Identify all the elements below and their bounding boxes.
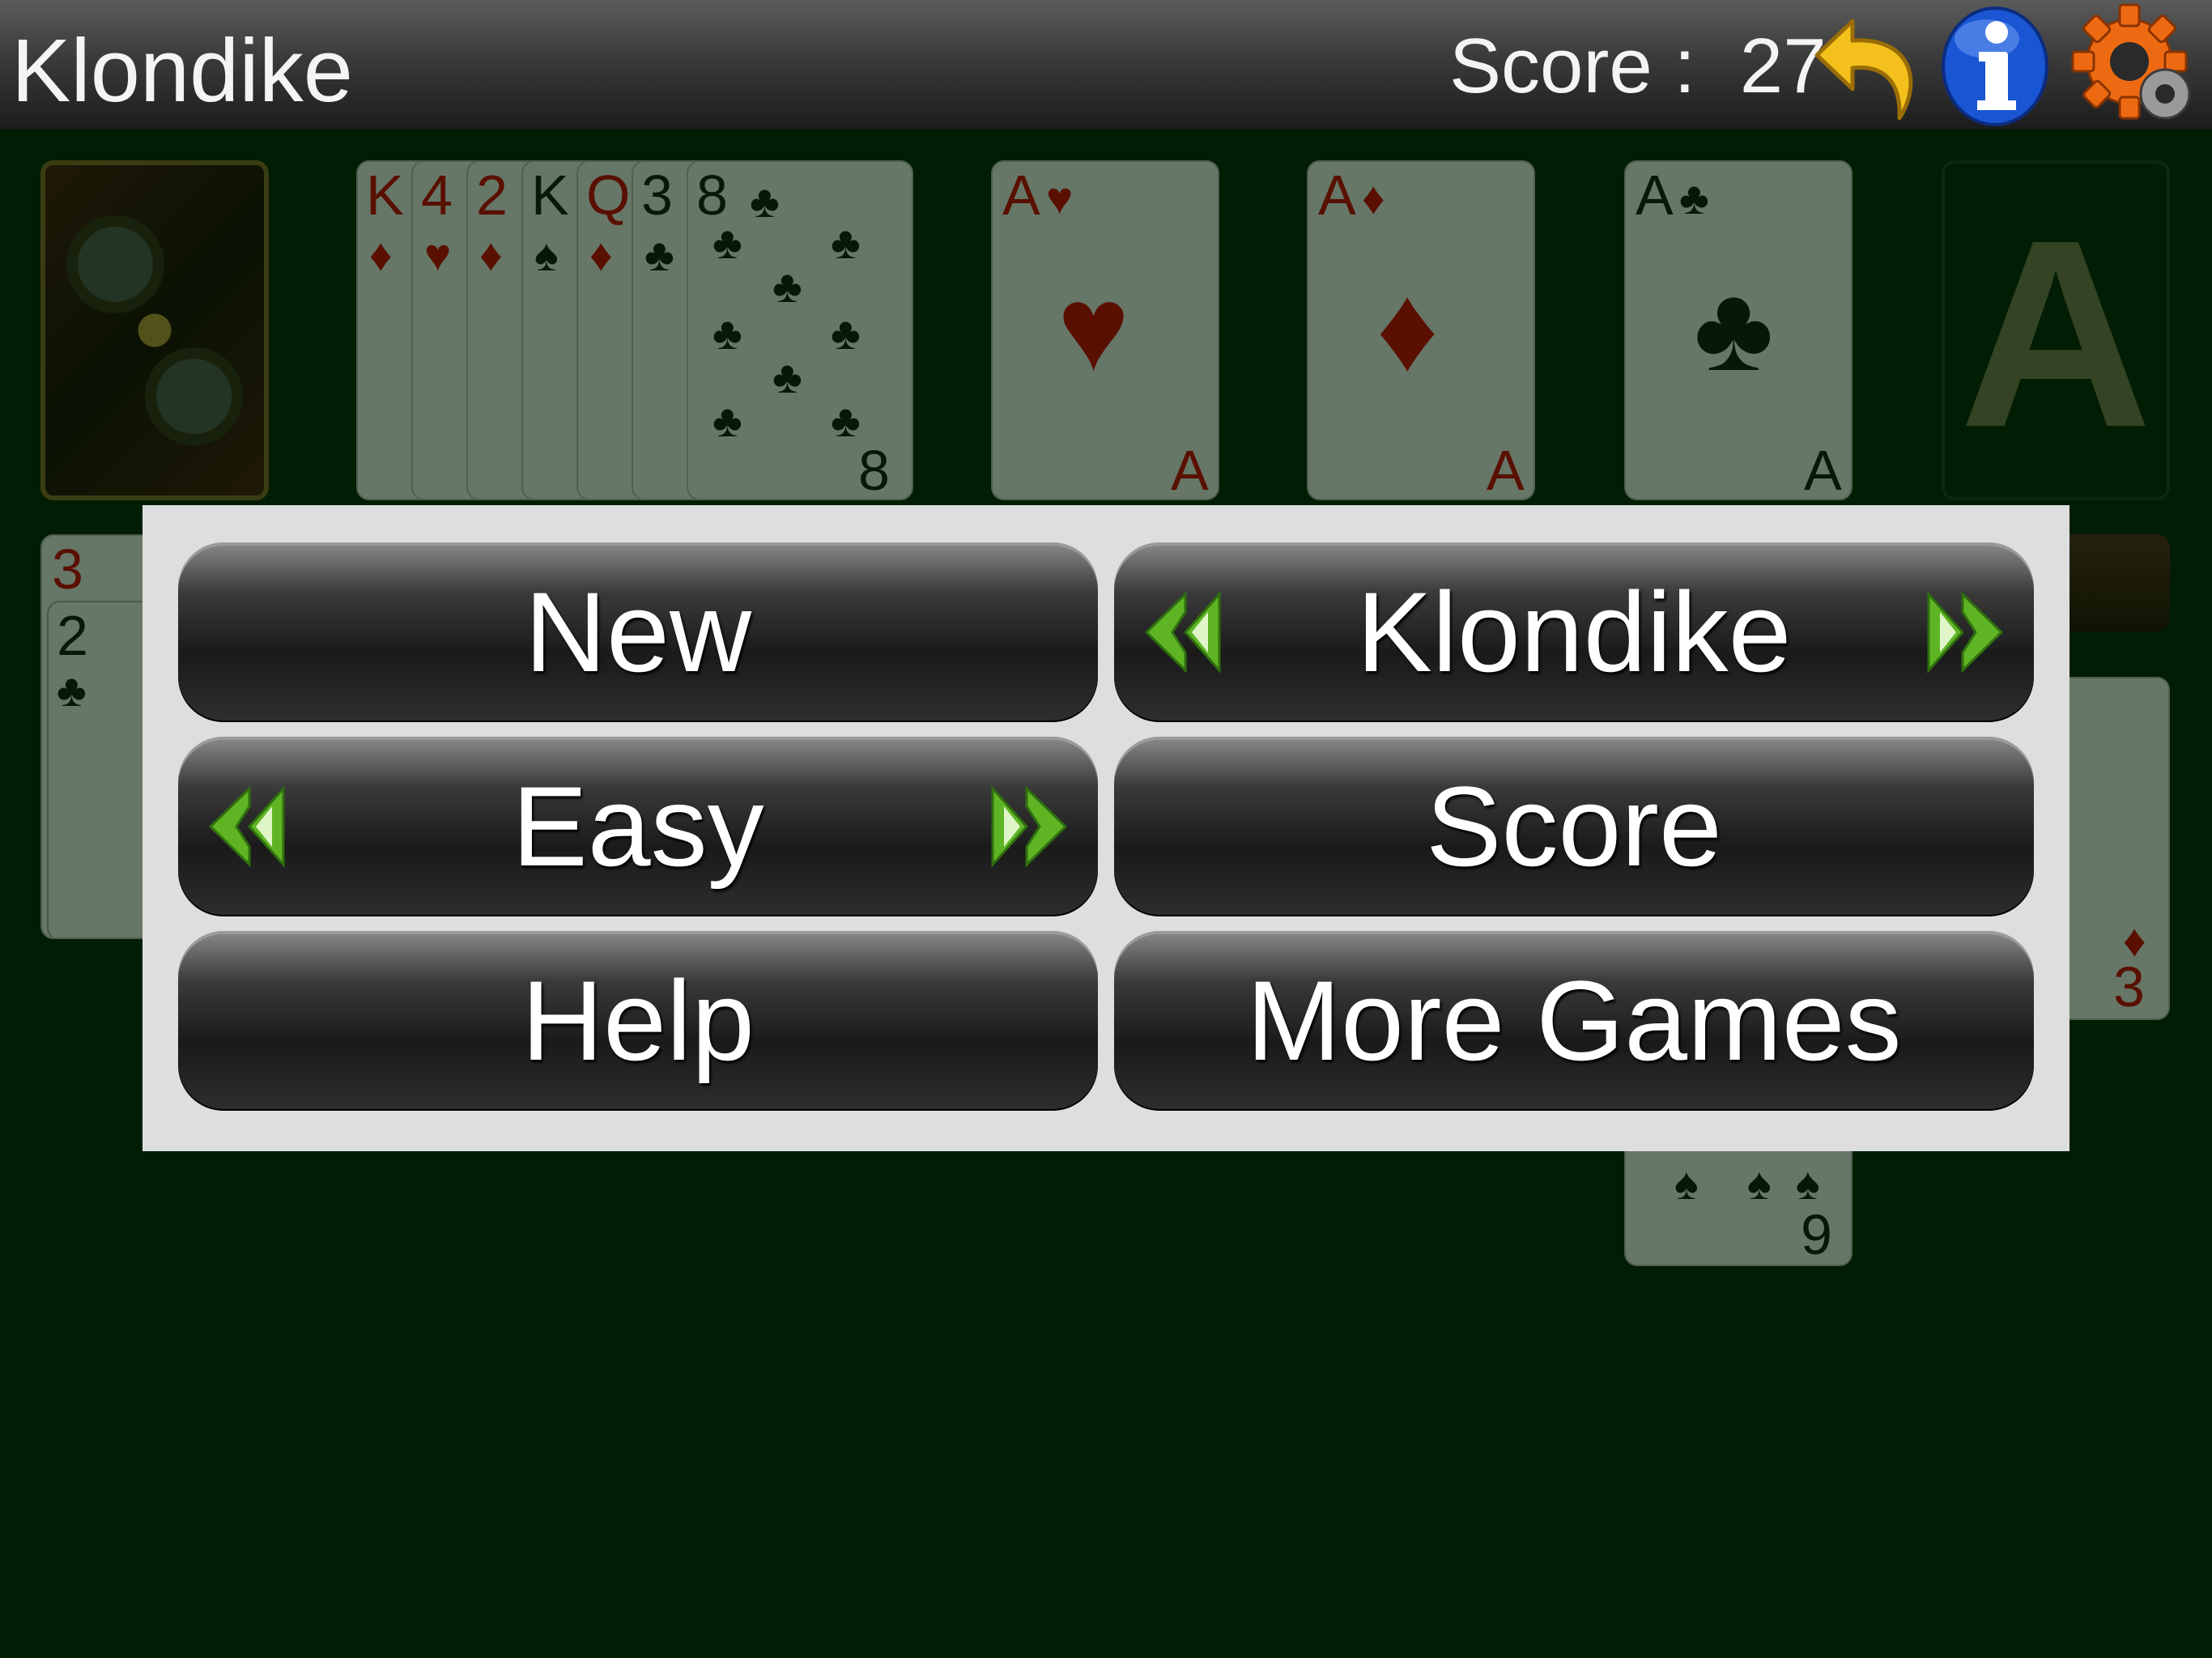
score-label: Score : xyxy=(1449,23,1696,109)
undo-icon[interactable] xyxy=(1810,5,1922,125)
help-button[interactable]: Help xyxy=(178,931,1098,1111)
waste-top-card[interactable]: 8 ♣ ♣ ♣ ♣ ♣ ♣ ♣ ♣ ♣ 8 xyxy=(687,160,913,500)
info-icon[interactable] xyxy=(1940,3,2050,126)
settings-gear-icon[interactable] xyxy=(2071,3,2197,126)
game-menu-panel: New Klondike Easy Score Help More Games xyxy=(143,505,2069,1151)
difficulty-label: Easy xyxy=(512,763,764,890)
rewind-arrow-icon[interactable] xyxy=(1140,588,1229,677)
foundation-diamonds[interactable]: A ♦ ♦ A xyxy=(1307,160,1535,500)
game-type-label: Klondike xyxy=(1356,568,1792,695)
foundation-clubs[interactable]: A ♣ ♣ A xyxy=(1624,160,1853,500)
fast-forward-arrow-icon[interactable] xyxy=(983,782,1072,871)
new-game-button[interactable]: New xyxy=(178,542,1098,722)
more-games-button[interactable]: More Games xyxy=(1114,931,2034,1111)
empty-foundation-slot[interactable]: A xyxy=(1942,160,2170,500)
score-button-label: Score xyxy=(1426,763,1722,890)
help-label: Help xyxy=(521,957,755,1084)
more-games-label: More Games xyxy=(1246,957,1902,1084)
difficulty-selector[interactable]: Easy xyxy=(178,737,1098,916)
game-type-selector[interactable]: Klondike xyxy=(1114,542,2034,722)
foundation-hearts[interactable]: A ♥ ♥ A xyxy=(991,160,1219,500)
score-display: Score : 27 xyxy=(1449,18,1827,115)
app-title: Klondike xyxy=(11,21,353,121)
score-button[interactable]: Score xyxy=(1114,737,2034,916)
stock-pile[interactable] xyxy=(40,160,269,500)
fast-forward-arrow-icon[interactable] xyxy=(1919,588,2008,677)
new-game-label: New xyxy=(524,568,752,695)
top-bar: Klondike Score : 27 xyxy=(0,0,2212,130)
rewind-arrow-icon[interactable] xyxy=(204,782,293,871)
